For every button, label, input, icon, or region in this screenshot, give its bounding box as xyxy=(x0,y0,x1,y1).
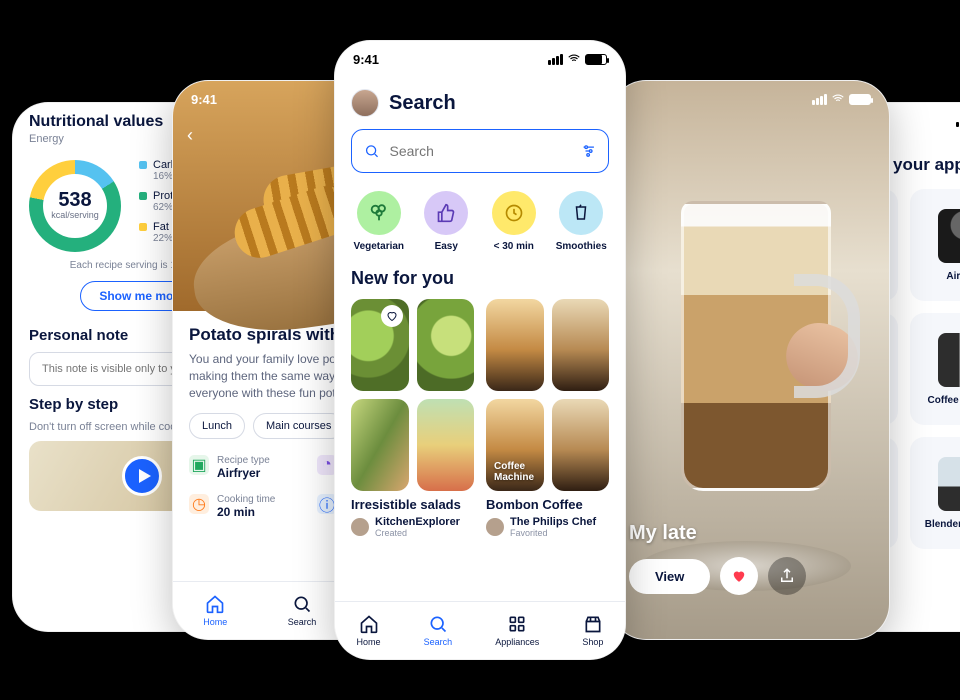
appliance-icon xyxy=(938,457,960,511)
card-thumb xyxy=(351,399,409,491)
signal-icon xyxy=(548,54,563,65)
status-bar: 9:41 xyxy=(335,41,625,77)
tab-search[interactable]: Search xyxy=(288,594,317,627)
search-input[interactable] xyxy=(380,143,581,159)
meta-label: Recipe type xyxy=(217,455,270,466)
card-title: Irresistible salads xyxy=(351,497,474,512)
author-sub: Created xyxy=(375,528,460,538)
status-time: 9:41 xyxy=(191,92,217,107)
legend-protein-swatch xyxy=(139,192,147,200)
nutrition-donut: 538kcal/serving xyxy=(29,160,121,252)
legend-fat-pct: 22% xyxy=(153,233,173,244)
tab-shop[interactable]: Shop xyxy=(582,614,603,647)
thumbs-up-icon xyxy=(424,191,468,235)
wifi-icon xyxy=(567,52,581,66)
card-title: Bombon Coffee xyxy=(486,497,609,512)
favorite-icon[interactable] xyxy=(381,305,403,327)
play-icon xyxy=(122,456,162,496)
tab-search[interactable]: Search xyxy=(424,614,453,647)
battery-icon xyxy=(849,94,871,105)
appliance-tile[interactable]: Coffee Machine xyxy=(910,313,960,425)
status-time: 9:41 xyxy=(353,52,379,67)
latte-illustration xyxy=(681,201,831,491)
appliance-icon xyxy=(938,209,960,263)
profile-avatar[interactable] xyxy=(351,89,379,117)
appliance-tile[interactable]: Blender & Juicer xyxy=(910,437,960,549)
signal-icon xyxy=(956,116,960,127)
recipe-card[interactable]: Irresistible salads KitchenExplorerCreat… xyxy=(351,299,474,538)
tab-bar: Home Search Appliances Shop xyxy=(335,601,625,659)
author-avatar xyxy=(486,518,504,536)
recipe-type-icon: ▣ xyxy=(189,455,209,475)
recipe-card[interactable]: Bombon Coffee The Philips ChefFavorited xyxy=(486,299,609,538)
category-easy[interactable]: Easy xyxy=(421,191,473,252)
hero-title: My late xyxy=(629,522,697,545)
author-name: KitchenExplorer xyxy=(375,516,460,528)
card-thumb xyxy=(486,399,544,491)
appliance-tile[interactable]: Airfryer xyxy=(910,189,960,301)
search-field[interactable] xyxy=(351,129,609,173)
category-row: Vegetarian Easy < 30 min Smoothies xyxy=(353,191,607,252)
clock-icon xyxy=(492,191,536,235)
cup-icon xyxy=(559,191,603,235)
tab-appliances[interactable]: Appliances xyxy=(495,614,539,647)
screen-drink-hero: My late View xyxy=(610,80,890,640)
category-30min[interactable]: < 30 min xyxy=(488,191,540,252)
meta-label: Cooking time xyxy=(217,494,275,505)
card-thumb xyxy=(552,399,610,491)
favorite-button[interactable] xyxy=(720,557,758,595)
card-thumb xyxy=(486,299,544,391)
section-new: New for you xyxy=(351,268,609,289)
tag-chip[interactable]: Lunch xyxy=(189,413,245,439)
kcal-unit: kcal/serving xyxy=(51,211,99,220)
wifi-icon xyxy=(831,92,845,106)
author-sub: Favorited xyxy=(510,528,596,538)
tab-home[interactable]: Home xyxy=(357,614,381,647)
kcal-value: 538 xyxy=(58,189,91,211)
card-thumb xyxy=(417,299,475,391)
signal-icon xyxy=(812,94,827,105)
card-thumb xyxy=(351,299,409,391)
meta-value: 20 min xyxy=(217,505,275,519)
back-icon[interactable]: ‹ xyxy=(187,125,193,146)
legend-fat-swatch xyxy=(139,223,147,231)
filters-icon[interactable] xyxy=(581,141,597,161)
search-icon xyxy=(364,141,380,161)
battery-icon xyxy=(585,54,607,65)
tag-chip[interactable]: Main courses xyxy=(253,413,344,439)
author-avatar xyxy=(351,518,369,536)
meta-value: Airfryer xyxy=(217,466,270,480)
category-smoothies[interactable]: Smoothies xyxy=(556,191,608,252)
cook-icon: ◷ xyxy=(189,494,209,514)
view-button[interactable]: View xyxy=(629,559,710,594)
page-title: Search xyxy=(389,92,456,115)
appliance-icon xyxy=(938,333,960,387)
status-bar xyxy=(611,81,889,117)
card-thumb xyxy=(417,399,475,491)
broccoli-icon xyxy=(357,191,401,235)
legend-fat-label: Fat xyxy=(153,221,169,233)
screen-search: 9:41 Search Vegetarian Easy < 30 min Smo… xyxy=(334,40,626,660)
category-vegetarian[interactable]: Vegetarian xyxy=(353,191,405,252)
card-thumb xyxy=(552,299,610,391)
legend-carbs-swatch xyxy=(139,161,147,169)
tab-home[interactable]: Home xyxy=(203,594,227,627)
author-name: The Philips Chef xyxy=(510,516,596,528)
share-button[interactable] xyxy=(768,557,806,595)
